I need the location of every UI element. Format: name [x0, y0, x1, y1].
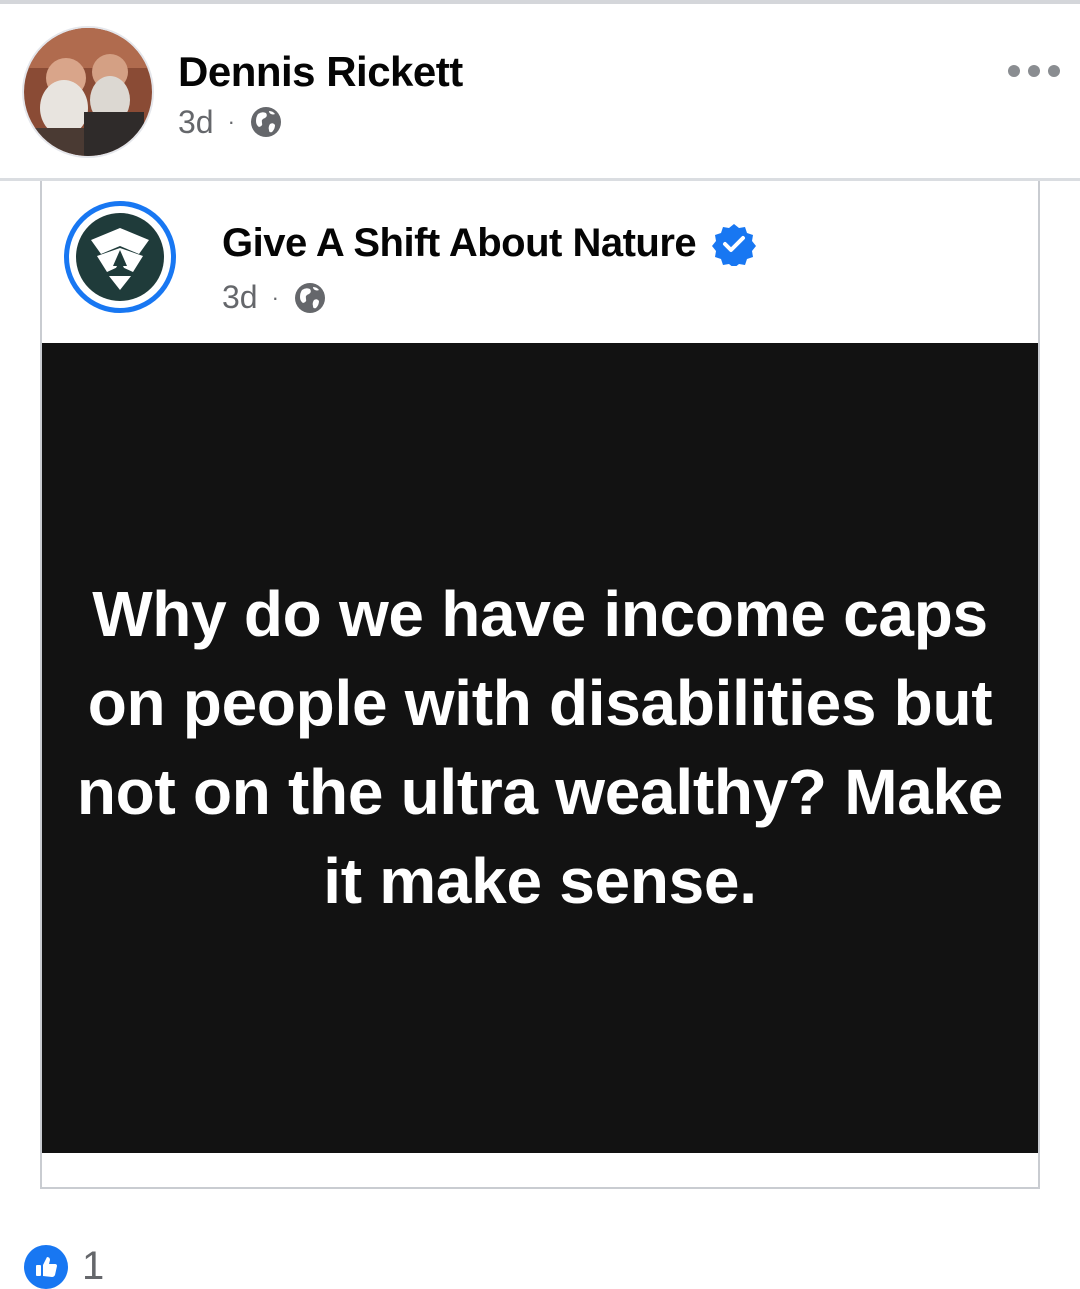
- page-name[interactable]: Give A Shift About Nature: [222, 221, 757, 266]
- like-icon: [24, 1244, 68, 1289]
- like-count[interactable]: 1: [82, 1244, 104, 1289]
- meta-separator: ·: [271, 284, 279, 310]
- quote-image[interactable]: Why do we have income caps on people wit…: [42, 343, 1038, 1153]
- avatar-photo: [24, 28, 152, 156]
- quote-text: Why do we have income caps on people wit…: [76, 578, 1004, 917]
- shared-post-meta: 3d ·: [222, 279, 327, 316]
- verified-badge-icon: [712, 223, 757, 266]
- globe-icon[interactable]: [249, 105, 283, 139]
- post-header: Dennis Rickett 3d ·: [0, 4, 1080, 178]
- meta-separator: ·: [227, 109, 235, 134]
- page-name-label[interactable]: Give A Shift About Nature: [222, 221, 697, 266]
- shared-post-time[interactable]: 3d: [222, 279, 258, 316]
- page-logo-emblem: [76, 213, 164, 301]
- post-meta: 3d ·: [178, 102, 283, 142]
- reactions-summary[interactable]: 1: [24, 1244, 104, 1289]
- author-name[interactable]: Dennis Rickett: [178, 48, 463, 96]
- page-logo[interactable]: [64, 201, 176, 313]
- globe-icon[interactable]: [293, 281, 327, 315]
- more-options-icon[interactable]: [1008, 56, 1060, 86]
- post-time[interactable]: 3d: [178, 104, 214, 141]
- author-avatar[interactable]: [22, 26, 154, 158]
- shared-post-card[interactable]: Give A Shift About Nature 3d · Why do we…: [40, 181, 1040, 1189]
